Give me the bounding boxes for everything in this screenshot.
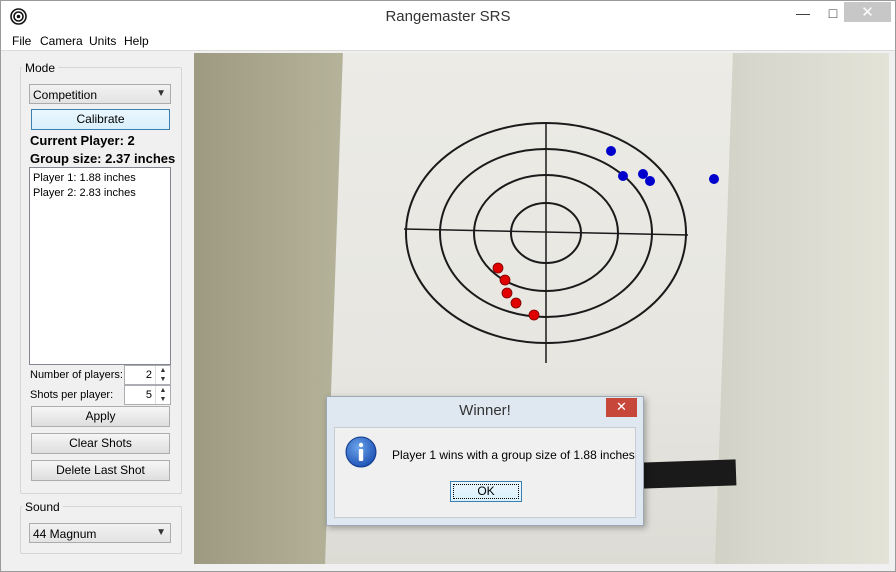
results-list[interactable]: Player 1: 1.88 inches Player 2: 2.83 inc… xyxy=(29,167,171,365)
dialog-title: Winner! xyxy=(459,402,511,419)
target-holder-slot xyxy=(640,459,737,489)
num-players-label: Number of players: xyxy=(30,369,123,381)
group-size-label: Group size: 2.37 inches xyxy=(30,151,176,166)
minimize-icon: — xyxy=(796,5,810,21)
shots-per-player-spinbox[interactable]: 5 ▲ ▼ xyxy=(124,385,171,405)
current-player-label: Current Player: 2 xyxy=(30,133,135,148)
red-shot-marker xyxy=(528,309,540,321)
window-title: Rangemaster SRS xyxy=(385,8,511,25)
spin-up-icon[interactable]: ▲ xyxy=(155,366,170,375)
menu-bar: File Camera Units Help xyxy=(1,32,895,51)
blue-shot-marker xyxy=(645,176,655,186)
mode-select-value: Competition xyxy=(33,88,98,102)
blue-shot-marker xyxy=(709,174,719,184)
shots-per-player-label: Shots per player: xyxy=(30,389,114,401)
info-icon xyxy=(345,436,377,468)
close-button[interactable]: ✕ xyxy=(844,2,891,22)
winner-dialog: Winner! ✕ Player 1 wins with a group siz… xyxy=(326,396,644,526)
red-shot-marker xyxy=(501,287,513,299)
apply-button[interactable]: Apply xyxy=(31,406,170,427)
blue-shot-marker xyxy=(606,146,616,156)
mode-select[interactable]: Competition ▼ xyxy=(29,84,171,104)
shots-per-player-value: 5 xyxy=(145,389,152,401)
clear-shots-button[interactable]: Clear Shots xyxy=(31,433,170,454)
chevron-down-icon: ▼ xyxy=(156,88,166,99)
sound-group-label: Sound xyxy=(22,500,63,514)
red-shot-marker xyxy=(492,262,504,274)
dialog-body: Player 1 wins with a group size of 1.88 … xyxy=(334,427,636,518)
sound-select-value: 44 Magnum xyxy=(33,527,97,541)
list-item[interactable]: Player 2: 2.83 inches xyxy=(33,186,167,201)
blue-shot-marker xyxy=(618,171,628,181)
spin-down-icon[interactable]: ▼ xyxy=(155,375,170,384)
dialog-close-button[interactable]: ✕ xyxy=(606,398,637,417)
menu-file[interactable]: File xyxy=(12,34,31,48)
title-bar: Rangemaster SRS — □ ✕ xyxy=(1,1,895,32)
mode-group-label: Mode xyxy=(22,61,59,75)
close-icon: ✕ xyxy=(616,399,627,414)
target-rings xyxy=(403,122,689,363)
red-shot-marker xyxy=(510,297,522,309)
spin-up-icon[interactable]: ▲ xyxy=(155,386,170,395)
sound-select[interactable]: 44 Magnum ▼ xyxy=(29,523,171,543)
calibrate-button[interactable]: Calibrate xyxy=(31,109,170,130)
close-icon: ✕ xyxy=(861,4,874,21)
num-players-spinbox[interactable]: 2 ▲ ▼ xyxy=(124,365,171,385)
menu-help[interactable]: Help xyxy=(124,34,149,48)
main-window: Rangemaster SRS — □ ✕ File Camera Units … xyxy=(0,0,896,572)
menu-camera[interactable]: Camera xyxy=(40,34,83,48)
delete-last-shot-button[interactable]: Delete Last Shot xyxy=(31,460,170,481)
spin-down-icon[interactable]: ▼ xyxy=(155,395,170,404)
red-shot-marker xyxy=(499,274,511,286)
num-players-value: 2 xyxy=(145,369,152,381)
chevron-down-icon: ▼ xyxy=(156,527,166,538)
menu-units[interactable]: Units xyxy=(89,34,116,48)
list-item[interactable]: Player 1: 1.88 inches xyxy=(33,171,167,186)
dialog-message: Player 1 wins with a group size of 1.88 … xyxy=(392,448,635,462)
ok-button[interactable]: OK xyxy=(450,481,522,502)
maximize-icon: □ xyxy=(828,5,838,21)
